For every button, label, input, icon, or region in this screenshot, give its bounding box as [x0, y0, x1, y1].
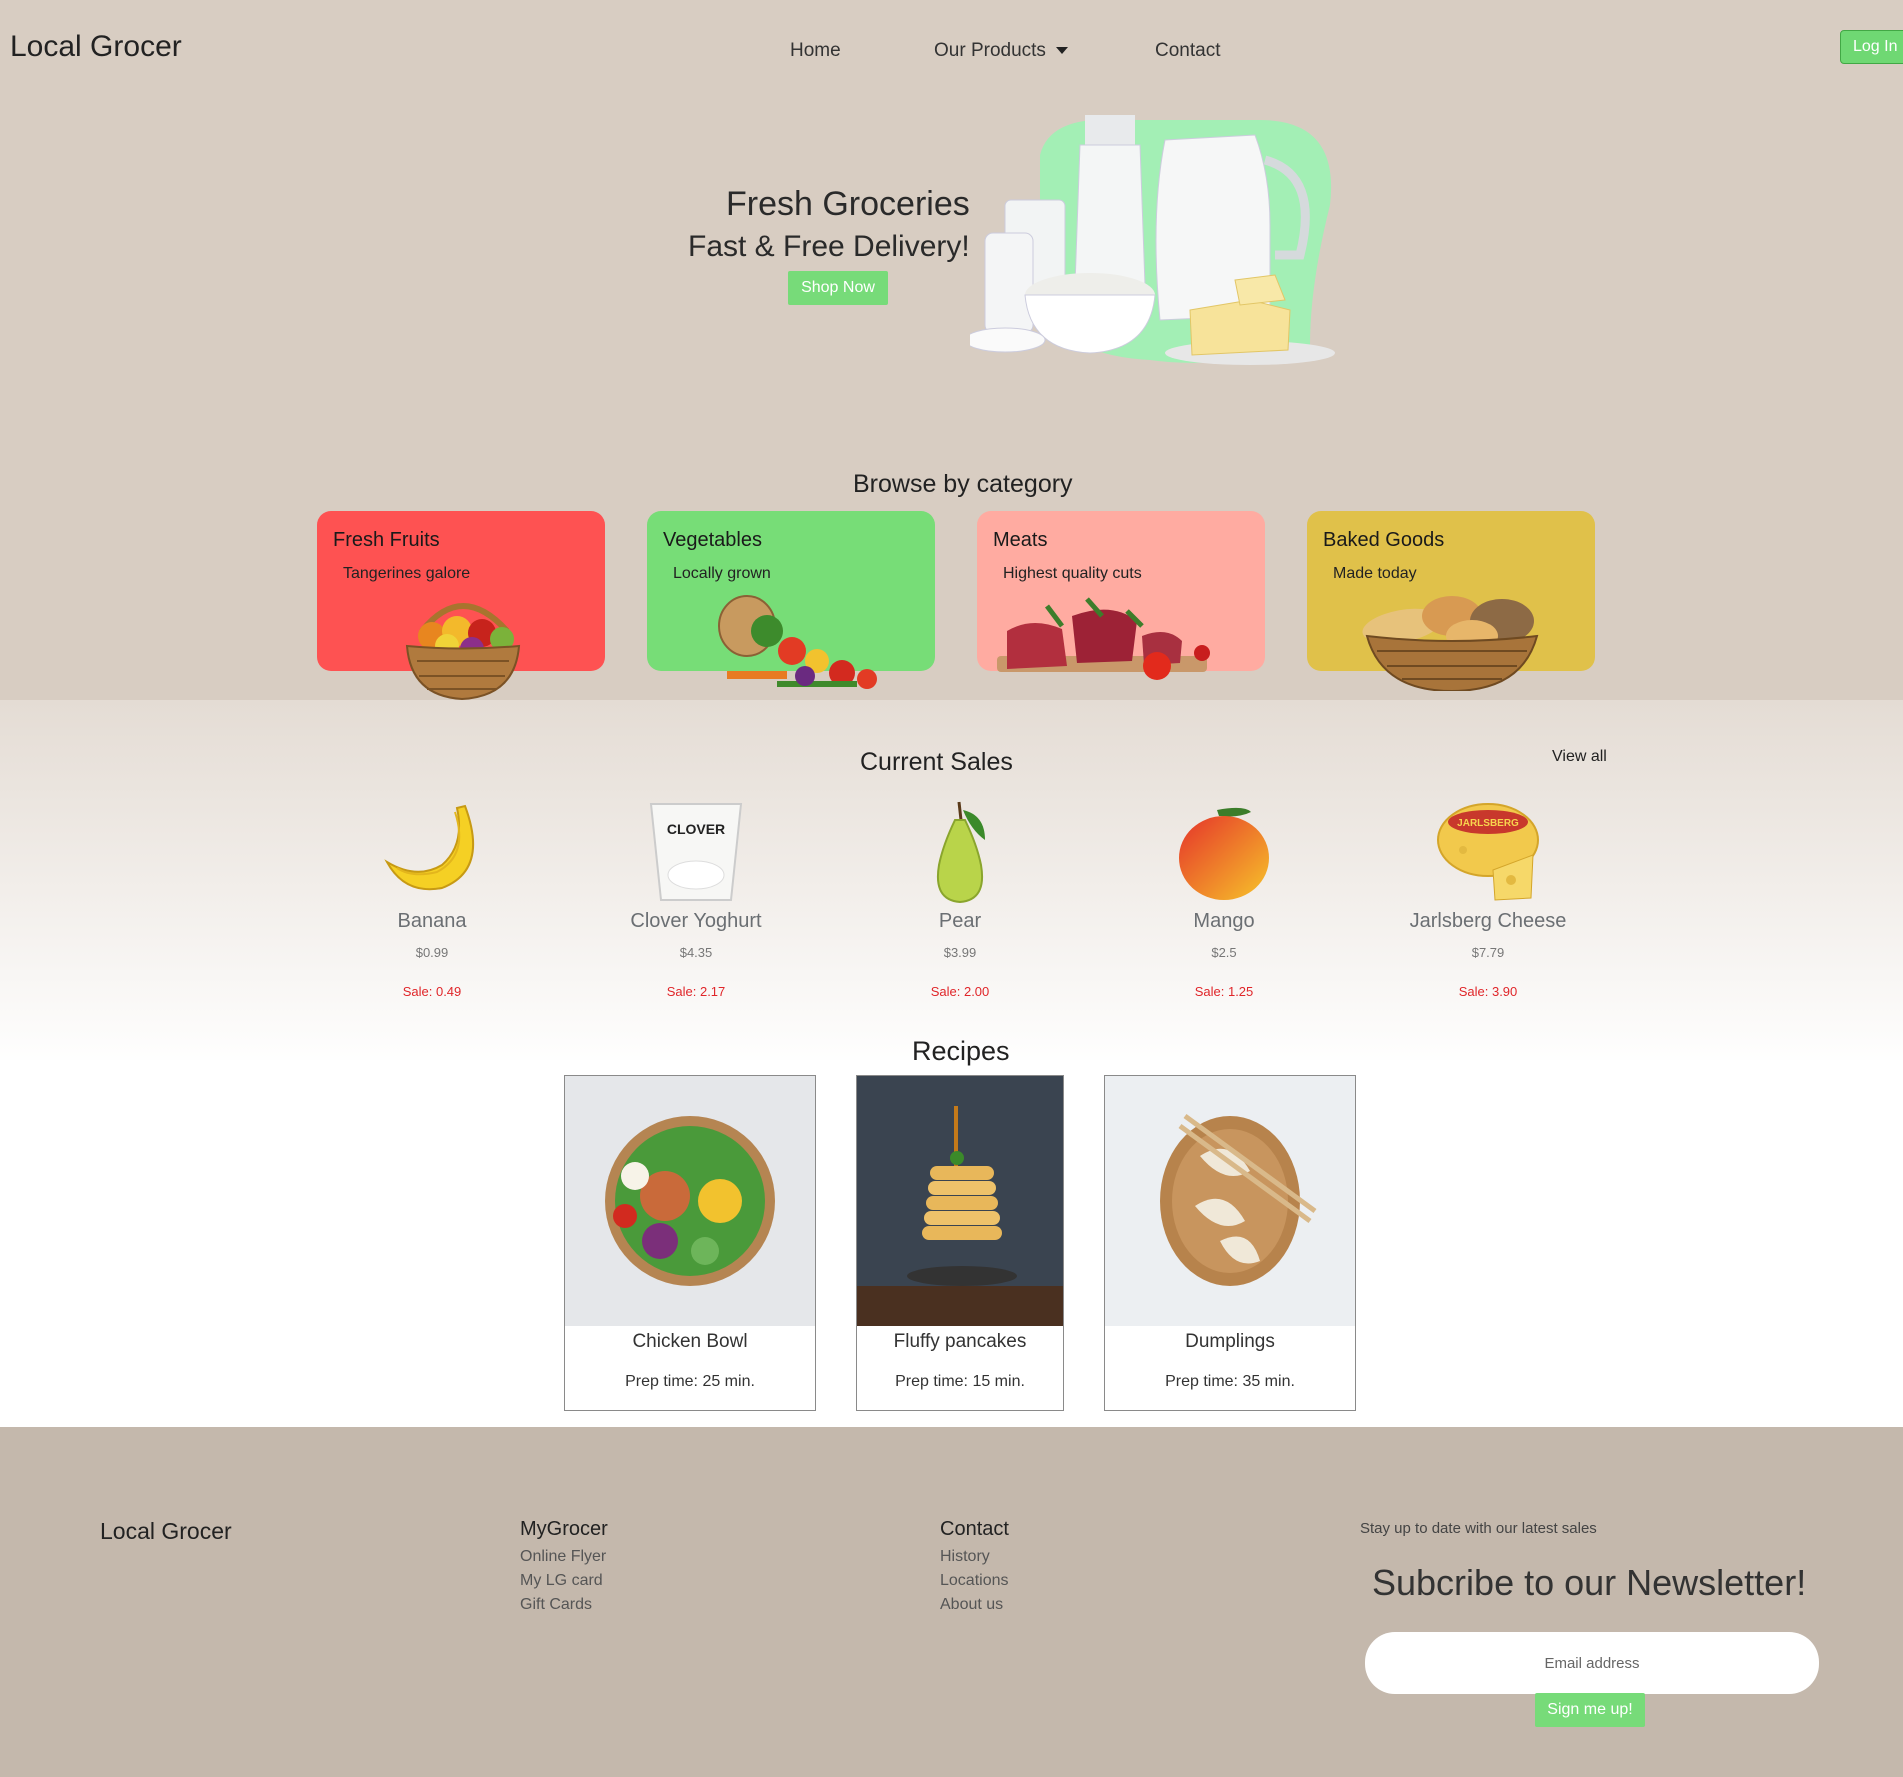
product-sale-price: Sale: 0.49: [402, 984, 462, 999]
footer-link-about-us[interactable]: About us: [940, 1593, 1009, 1617]
category-card-vegetables[interactable]: Vegetables Locally grown: [647, 511, 935, 689]
banana-image: [384, 804, 475, 891]
recipe-name: Dumplings: [1185, 1331, 1275, 1352]
footer-column-contact: Contact History Locations About us: [940, 1518, 1009, 1617]
sale-item-pear[interactable]: Pear $3.99 Sale: 2.00: [860, 800, 1060, 999]
category-title: Meats: [993, 529, 1048, 551]
nav-products-label: Our Products: [934, 40, 1046, 61]
sale-item-mango[interactable]: Mango $2.5 Sale: 1.25: [1124, 800, 1324, 999]
sale-item-clover-yoghurt[interactable]: CLOVER Clover Yoghurt $4.35 Sale: 2.17: [596, 800, 796, 999]
svg-text:CLOVER: CLOVER: [667, 821, 725, 837]
brand-logo[interactable]: Local Grocer: [10, 30, 182, 64]
login-button[interactable]: Log In: [1840, 30, 1903, 64]
category-card-baked-goods[interactable]: Baked Goods Made today: [1307, 511, 1595, 691]
category-title: Fresh Fruits: [333, 529, 440, 551]
mango-image: [1179, 807, 1269, 900]
recipe-card-dumplings[interactable]: Dumplings Prep time: 35 min.: [1104, 1075, 1356, 1411]
nav-products-dropdown[interactable]: Our Products: [934, 40, 1068, 62]
bread-basket-image: [1362, 596, 1539, 691]
recipes-heading: Recipes: [912, 1036, 1010, 1066]
footer-heading: Contact: [940, 1518, 1009, 1540]
chicken-bowl-image: [565, 1076, 815, 1326]
recipe-name: Chicken Bowl: [632, 1331, 748, 1352]
footer-column-mygrocer: MyGrocer Online Flyer My LG card Gift Ca…: [520, 1518, 608, 1617]
footer-link-lg-card[interactable]: My LG card: [520, 1569, 608, 1593]
newsletter-heading: Subcribe to our Newsletter!: [1372, 1562, 1807, 1603]
category-subtitle: Highest quality cuts: [1003, 565, 1142, 582]
product-sale-price: Sale: 3.90: [1458, 984, 1518, 999]
product-sale-price: Sale: 2.17: [666, 984, 726, 999]
newsletter-note: Stay up to date with our latest sales: [1360, 1520, 1597, 1537]
hero-title: Fresh Groceries: [726, 185, 970, 223]
pancakes-image: [857, 1076, 1063, 1326]
product-price: $0.99: [415, 945, 449, 960]
nav-home[interactable]: Home: [790, 40, 841, 62]
product-sale-price: Sale: 1.25: [1194, 984, 1254, 999]
sign-up-button[interactable]: Sign me up!: [1535, 1693, 1645, 1727]
product-name: Jarlsberg Cheese: [1409, 910, 1567, 932]
categories-heading: Browse by category: [853, 470, 1073, 498]
category-subtitle: Locally grown: [673, 565, 771, 582]
recipe-card-fluffy-pancakes[interactable]: Fluffy pancakes Prep time: 15 min.: [856, 1075, 1064, 1411]
product-name: Mango: [1193, 910, 1255, 932]
hero-subtitle: Fast & Free Delivery!: [688, 230, 970, 263]
sale-item-jarlsberg-cheese[interactable]: JARLSBERG Jarlsberg Cheese $7.79 Sale: 3…: [1388, 800, 1588, 999]
category-subtitle: Made today: [1333, 565, 1417, 582]
yoghurt-image: CLOVER: [649, 803, 743, 901]
product-price: $2.5: [1211, 945, 1237, 960]
view-all-link[interactable]: View all: [1552, 748, 1607, 766]
fruit-basket-image: [405, 603, 521, 701]
footer-link-locations[interactable]: Locations: [940, 1569, 1009, 1593]
category-title: Baked Goods: [1323, 529, 1445, 551]
footer-link-online-flyer[interactable]: Online Flyer: [520, 1545, 608, 1569]
footer-link-gift-cards[interactable]: Gift Cards: [520, 1593, 608, 1617]
shop-now-button[interactable]: Shop Now: [788, 271, 888, 305]
svg-text:JARLSBERG: JARLSBERG: [1457, 818, 1519, 829]
product-name: Banana: [397, 910, 467, 932]
sale-item-banana[interactable]: Banana $0.99 Sale: 0.49: [332, 800, 532, 999]
meat-cuts-image: [997, 597, 1210, 680]
recipe-prep-time: Prep time: 25 min.: [625, 1373, 755, 1390]
footer-link-history[interactable]: History: [940, 1545, 1009, 1569]
product-name: Pear: [938, 910, 982, 932]
category-subtitle: Tangerines galore: [343, 565, 471, 582]
product-price: $3.99: [943, 945, 977, 960]
recipe-prep-time: Prep time: 35 min.: [1165, 1373, 1295, 1390]
recipe-name: Fluffy pancakes: [893, 1331, 1027, 1352]
footer-brand[interactable]: Local Grocer: [100, 1518, 232, 1545]
pear-image: [937, 801, 985, 904]
recipe-prep-time: Prep time: 15 min.: [895, 1373, 1025, 1390]
category-card-fruits[interactable]: Fresh Fruits Tangerines galore: [317, 511, 605, 701]
category-card-meats[interactable]: Meats Highest quality cuts: [977, 511, 1265, 680]
nav-contact[interactable]: Contact: [1155, 40, 1220, 62]
email-input[interactable]: [1365, 1632, 1819, 1694]
product-price: $4.35: [679, 945, 713, 960]
vegetables-basket-image: [718, 595, 877, 689]
product-price: $7.79: [1471, 945, 1505, 960]
dairy-products-image: [970, 115, 1335, 365]
category-title: Vegetables: [663, 529, 762, 551]
product-sale-price: Sale: 2.00: [930, 984, 990, 999]
sales-heading: Current Sales: [860, 748, 1013, 776]
dumplings-image: [1105, 1076, 1355, 1326]
product-name: Clover Yoghurt: [630, 910, 762, 932]
recipe-card-chicken-bowl[interactable]: Chicken Bowl Prep time: 25 min.: [564, 1075, 816, 1411]
caret-down-icon: [1055, 47, 1068, 55]
footer-heading: MyGrocer: [520, 1518, 608, 1540]
cheese-image: JARLSBERG: [1437, 803, 1539, 901]
